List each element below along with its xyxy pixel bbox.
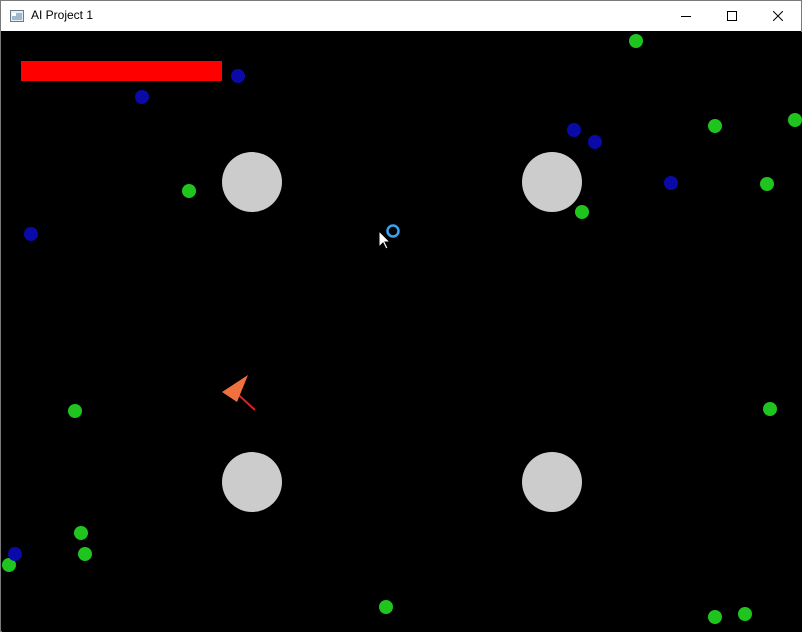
blue-agent — [24, 227, 38, 241]
obstacle — [522, 152, 582, 212]
game-scene — [2, 34, 802, 624]
obstacle — [522, 452, 582, 512]
maximize-button[interactable] — [709, 1, 755, 31]
green-agent — [68, 404, 82, 418]
app-icon — [10, 10, 24, 22]
green-agent — [74, 526, 88, 540]
green-agent — [760, 177, 774, 191]
green-agent — [738, 607, 752, 621]
green-agent — [788, 113, 802, 127]
blue-agent — [588, 135, 602, 149]
minimize-button[interactable] — [663, 1, 709, 31]
green-agent — [708, 119, 722, 133]
minimize-icon — [681, 16, 691, 17]
close-button[interactable] — [755, 1, 801, 31]
green-agent — [629, 34, 643, 48]
green-agent — [575, 205, 589, 219]
obstacle — [222, 452, 282, 512]
player-arrow — [222, 375, 256, 411]
maximize-icon — [727, 11, 737, 21]
blue-agent — [8, 547, 22, 561]
game-canvas[interactable] — [2, 32, 802, 632]
window-title: AI Project 1 — [31, 8, 94, 22]
green-agent — [379, 600, 393, 614]
title-bar[interactable]: AI Project 1 — [1, 1, 801, 31]
blue-agent — [135, 90, 149, 104]
blue-agent — [231, 69, 245, 83]
close-icon — [773, 11, 783, 21]
health-bar — [21, 61, 222, 81]
green-agent — [182, 184, 196, 198]
app-window: AI Project 1 — [0, 0, 802, 632]
blue-agent — [567, 123, 581, 137]
green-agent — [78, 547, 92, 561]
green-agent — [708, 610, 722, 624]
target-ring — [386, 224, 400, 238]
blue-agent — [664, 176, 678, 190]
obstacle — [222, 152, 282, 212]
green-agent — [763, 402, 777, 416]
